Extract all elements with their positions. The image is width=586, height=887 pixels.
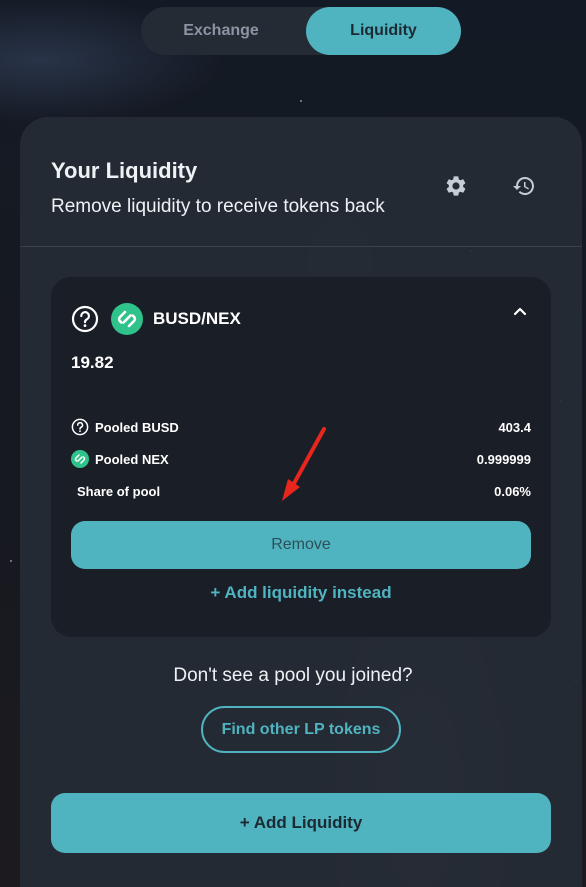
pooled-nex-label: Pooled NEX bbox=[95, 451, 169, 467]
annotation-arrow bbox=[282, 427, 326, 501]
tab-exchange[interactable]: Exchange bbox=[141, 7, 301, 55]
star bbox=[10, 560, 12, 562]
nex-token-icon bbox=[71, 450, 89, 468]
exchange-liquidity-switch: Exchange Liquidity bbox=[141, 7, 461, 55]
remove-button[interactable]: Remove bbox=[71, 521, 531, 569]
star bbox=[300, 100, 302, 102]
pool-header: BUSD/NEX bbox=[71, 303, 241, 335]
nex-token-icon bbox=[111, 303, 143, 335]
settings-button[interactable] bbox=[444, 174, 470, 200]
page-subtitle: Remove liquidity to receive tokens back bbox=[51, 196, 385, 217]
tab-liquidity[interactable]: Liquidity bbox=[306, 7, 461, 55]
pooled-nex-value: 0.999999 bbox=[476, 451, 531, 467]
history-icon bbox=[513, 177, 534, 195]
find-lp-tokens-button[interactable]: Find other LP tokens bbox=[201, 706, 401, 753]
gear-icon bbox=[446, 176, 466, 196]
share-of-pool-label: Share of pool bbox=[77, 483, 161, 499]
page-title: Your Liquidity bbox=[51, 158, 198, 183]
question-circle-icon bbox=[71, 305, 99, 333]
card-header: Your Liquidity Remove liquidity to recei… bbox=[20, 117, 582, 247]
chevron-up-icon[interactable] bbox=[511, 303, 529, 321]
pool-pair-name: BUSD/NEX bbox=[153, 309, 241, 328]
history-button[interactable] bbox=[512, 174, 538, 200]
add-liquidity-instead-link[interactable]: + Add liquidity instead bbox=[51, 583, 551, 603]
pooled-busd-value: 403.4 bbox=[498, 419, 531, 435]
share-of-pool-value: 0.06% bbox=[494, 483, 531, 499]
missing-pool-prompt: Don't see a pool you joined? bbox=[173, 665, 413, 686]
pooled-busd-label: Pooled BUSD bbox=[95, 419, 179, 435]
add-liquidity-button[interactable]: + Add Liquidity bbox=[51, 793, 551, 853]
question-circle-icon bbox=[71, 418, 89, 436]
lp-token-balance: 19.82 bbox=[71, 353, 114, 372]
